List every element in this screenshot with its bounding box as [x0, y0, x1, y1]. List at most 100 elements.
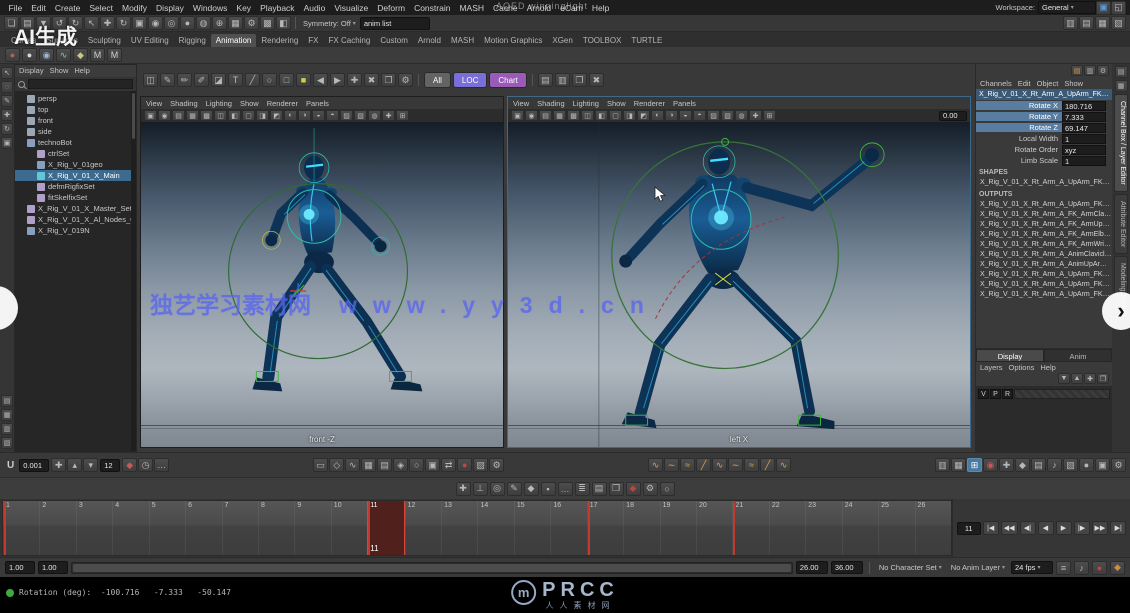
outliner-search-input[interactable] — [28, 79, 133, 89]
timeline-frame[interactable]: 8 — [258, 501, 294, 555]
marker-icon[interactable]: ▪ — [541, 482, 556, 496]
timeline-frame[interactable]: 22 — [769, 501, 805, 555]
time-field[interactable]: 0.001 — [19, 459, 49, 472]
timeline-frame[interactable]: 10 — [331, 501, 367, 555]
grid-toggle-icon[interactable]: ◨ — [623, 110, 636, 121]
nudge-down-icon[interactable]: ▾ — [83, 458, 98, 472]
channel-value-field[interactable]: 180.716 — [1062, 101, 1106, 111]
ambient-occlusion-icon[interactable]: ▨ — [707, 110, 720, 121]
menubar-item[interactable]: Windows — [188, 3, 231, 13]
symmetry-icon[interactable]: ◆ — [524, 482, 539, 496]
viewport-front[interactable]: ViewShadingLightingShowRendererPanels ▣◉… — [140, 96, 504, 448]
strip-modeling-toolkit-icon[interactable]: ▦ — [1115, 80, 1128, 92]
layer-editor-tab[interactable]: Display — [976, 349, 1044, 362]
shelf-tab[interactable]: Sculpting — [83, 34, 126, 47]
cb-settings-icon[interactable]: ⚙ — [1097, 65, 1109, 76]
bp-rect-icon[interactable]: □ — [279, 73, 294, 87]
channel-value-field[interactable]: xyz — [1062, 145, 1106, 155]
more-tools-icon[interactable]: … — [558, 482, 573, 496]
bookmark-icon[interactable]: ▦ — [553, 110, 566, 121]
channel-value-field[interactable]: 7.333 — [1062, 112, 1106, 122]
mash-editor-icon[interactable]: M — [107, 48, 122, 62]
textured-mode-icon[interactable]: ◑ — [298, 110, 311, 121]
viewport-canvas-front[interactable]: front -Z — [141, 122, 503, 447]
playback-start-field[interactable]: 1.00 — [38, 561, 68, 574]
stepped-tangent-icon[interactable]: ≈ — [744, 458, 759, 472]
depth-of-field-icon[interactable]: ◍ — [368, 110, 381, 121]
channel-box-menu-item[interactable]: Object — [1037, 79, 1059, 88]
channel-value-field[interactable]: 69.147 — [1062, 123, 1106, 133]
shelf-tab[interactable]: MASH — [446, 34, 479, 47]
sidebar-toggle-icon[interactable]: ▥ — [1063, 16, 1078, 30]
strip-channel-box-icon[interactable]: ▤ — [1115, 66, 1128, 78]
timeline-frame[interactable]: 24 — [842, 501, 878, 555]
image-plane-icon[interactable]: ▩ — [567, 110, 580, 121]
tool-gear-icon[interactable]: ⚙ — [643, 482, 658, 496]
outliner-item[interactable]: fitSkelfixSet — [15, 192, 136, 203]
usd-icon[interactable]: U — [4, 460, 17, 471]
viewport-menu-item[interactable]: Panels — [673, 99, 696, 108]
shelf-tab[interactable]: Custom — [375, 34, 413, 47]
shelf-tab[interactable]: FX — [303, 34, 323, 47]
anim-settings-icon[interactable]: ⚙ — [489, 458, 504, 472]
bp-export-icon[interactable]: ▥ — [555, 73, 570, 87]
breakdown-key-icon[interactable]: ◆ — [1015, 458, 1030, 472]
flat-tangent-icon[interactable]: ≈ — [680, 458, 695, 472]
camera-attributes-icon[interactable]: ▤ — [172, 110, 185, 121]
mash-network-icon[interactable]: M — [90, 48, 105, 62]
menubar-item[interactable]: Deform — [373, 3, 410, 13]
motion-blur-icon[interactable]: ▧ — [721, 110, 734, 121]
outliner-item[interactable]: X_Rig_V_01_X_Main — [15, 170, 136, 181]
menubar-item[interactable]: Help — [587, 3, 613, 13]
mute-icon[interactable]: ● — [1079, 458, 1094, 472]
playblast-icon[interactable]: ▭ — [313, 458, 328, 472]
channel-row[interactable]: Limb Scale 1 — [976, 155, 1112, 166]
character-front-view[interactable] — [141, 122, 503, 447]
timeline-frame[interactable]: 23 — [805, 501, 841, 555]
ipr-render-icon[interactable]: ◧ — [276, 16, 291, 30]
viewport-menu-item[interactable]: Panels — [306, 99, 329, 108]
output-node-row[interactable]: X_Rig_V_01_X_Rt_Arm_A_AnimClavicle_0... — [976, 250, 1112, 260]
select-camera-icon[interactable]: ▣ — [511, 110, 524, 121]
more-options-icon[interactable]: … — [154, 458, 169, 472]
bp-pencil-icon[interactable]: ✎ — [160, 73, 175, 87]
bp-add-frame-icon[interactable]: ✚ — [347, 73, 362, 87]
channel-value-field[interactable]: 1 — [1062, 156, 1106, 166]
outliner-item[interactable]: technoBot — [15, 137, 136, 148]
timeline-frame[interactable]: 2 — [39, 501, 75, 555]
outliner-item[interactable]: X_Rig_V_01geo — [15, 159, 136, 170]
timeline-frame[interactable]: 15 — [514, 501, 550, 555]
viewport-menu-item[interactable]: Shading — [170, 99, 198, 108]
bp-circle-icon[interactable]: ○ — [262, 73, 277, 87]
outliner-item[interactable]: side — [15, 126, 136, 137]
plateau-tangent-icon[interactable]: ∿ — [712, 458, 727, 472]
workspace-icon[interactable]: ▣ — [1096, 1, 1111, 15]
move-layer-down-icon[interactable]: ▼ — [1058, 373, 1070, 384]
bookmark-icon[interactable]: ▦ — [186, 110, 199, 121]
auto-tangent-icon[interactable]: ∼ — [664, 458, 679, 472]
output-node-row[interactable]: X_Rig_V_01_X_Rt_Arm_A_UpArm_FK_Ctrl... — [976, 280, 1112, 290]
layout-two-pane-icon[interactable]: ▥ — [1, 423, 13, 435]
shelf-tab[interactable]: TOOLBOX — [578, 34, 627, 47]
timeline-frame[interactable]: 1 — [3, 501, 39, 555]
new-empty-layer-icon[interactable]: ✚ — [1084, 373, 1096, 384]
timeline-frame[interactable]: 13 — [441, 501, 477, 555]
image-plane-icon[interactable]: ▩ — [200, 110, 213, 121]
move-tool-icon[interactable]: ✚ — [1, 109, 13, 121]
timeline-frame[interactable]: 14 — [477, 501, 513, 555]
bp-color-swatch[interactable]: ■ — [296, 73, 311, 87]
playback-options-icon[interactable]: ≡ — [1056, 561, 1071, 575]
go-to-end-button[interactable]: ▶| — [1110, 521, 1126, 535]
graph-editor-icon[interactable]: ▤ — [377, 458, 392, 472]
notes-icon[interactable]: ▤ — [592, 482, 607, 496]
time-editor-icon[interactable]: ◈ — [393, 458, 408, 472]
layer-visibility-toggle[interactable]: V — [978, 389, 989, 399]
fixed-tangent-icon[interactable]: ╱ — [760, 458, 775, 472]
output-node-row[interactable]: X_Rig_V_01_X_Rt_Arm_A_FK_ArmWrist_0... — [976, 240, 1112, 250]
bp-text-icon[interactable]: T — [228, 73, 243, 87]
output-node-row[interactable]: X_Rig_V_01_X_Rt_Arm_A_UpArm_FK_Ctrl... — [976, 290, 1112, 300]
select-camera-icon[interactable]: ▣ — [144, 110, 157, 121]
menubar-item[interactable]: Display — [152, 3, 189, 13]
shelf-tab[interactable]: Animation — [211, 34, 257, 47]
layout-four-pane-icon[interactable]: ▦ — [1, 409, 13, 421]
